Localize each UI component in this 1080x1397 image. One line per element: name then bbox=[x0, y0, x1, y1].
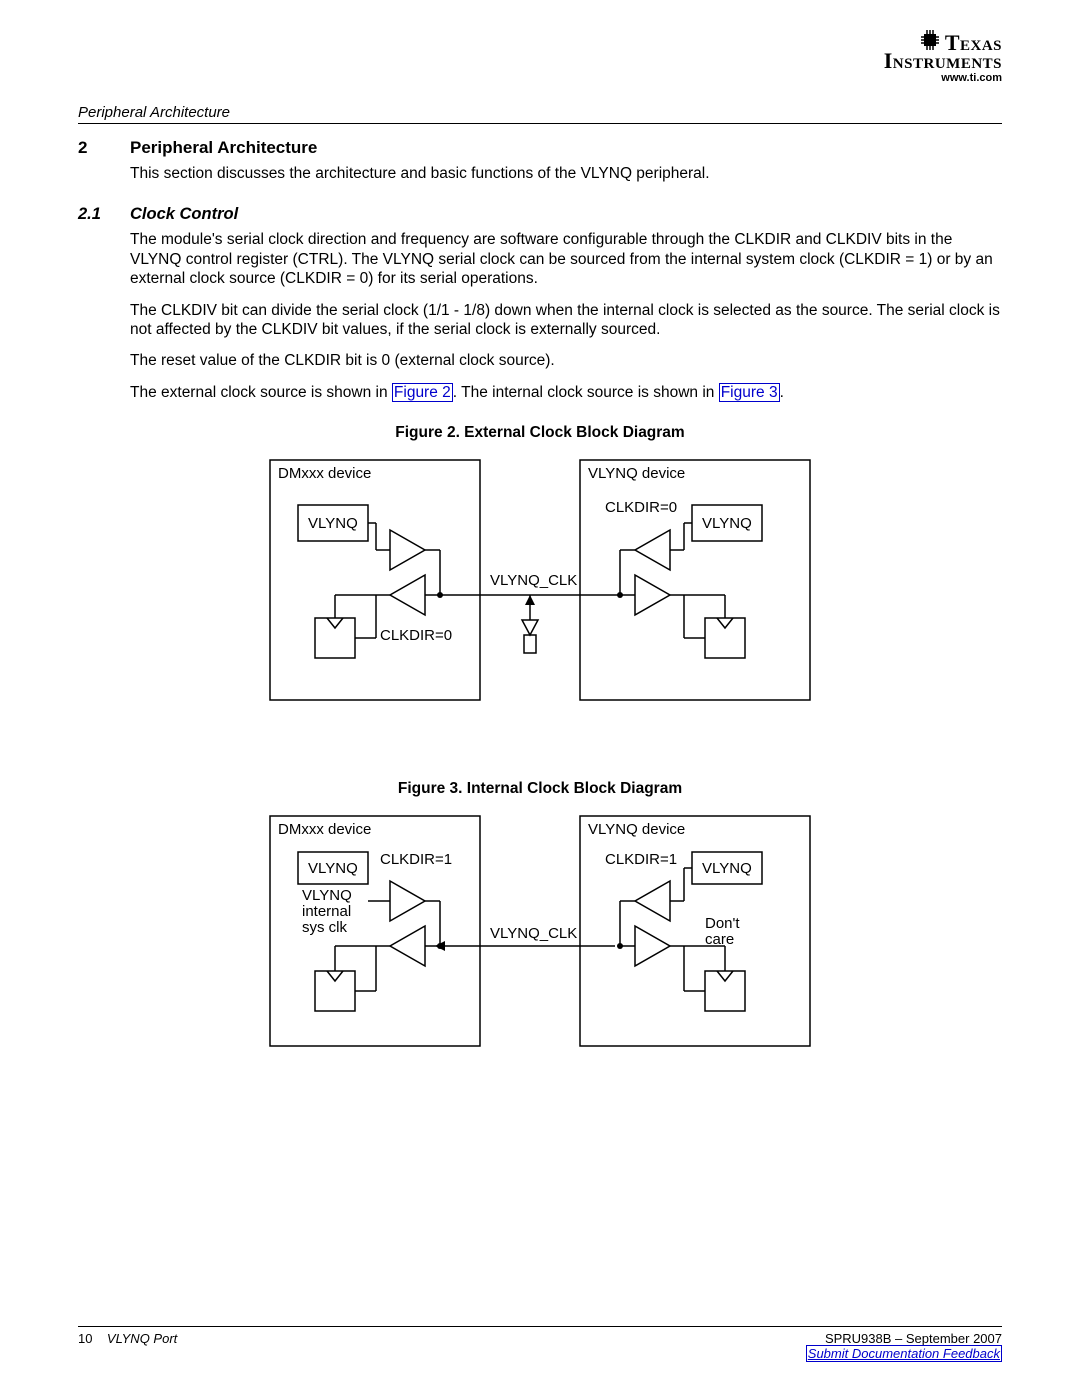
figure-2-caption: Figure 2. External Clock Block Diagram bbox=[78, 424, 1002, 442]
fig3-left-src1: VLYNQ bbox=[302, 887, 352, 904]
fig2-left-device: DMxxx device bbox=[278, 465, 371, 482]
para-3: The reset value of the CLKDIR bit is 0 (… bbox=[130, 351, 1002, 370]
page-header: Texas Instruments www.ti.com bbox=[78, 30, 1002, 100]
fig3-right-device: VLYNQ device bbox=[588, 821, 685, 838]
fig2-left-module: VLYNQ bbox=[308, 515, 358, 532]
section-2-heading: 2 Peripheral Architecture bbox=[78, 138, 1002, 158]
fig3-right-module: VLYNQ bbox=[702, 860, 752, 877]
section-2-1-heading: 2.1 Clock Control bbox=[78, 205, 1002, 224]
section-number: 2 bbox=[78, 138, 130, 158]
running-head: Peripheral Architecture bbox=[78, 104, 1002, 124]
footer-title: VLYNQ Port bbox=[107, 1331, 177, 1346]
para-4a: The external clock source is shown in bbox=[130, 384, 392, 401]
subsection-title: Clock Control bbox=[130, 205, 238, 224]
footer-page-number: 10 bbox=[78, 1331, 92, 1346]
section-2-intro: This section discusses the architecture … bbox=[130, 164, 1002, 183]
fig2-left-clkdir: CLKDIR=0 bbox=[380, 627, 452, 644]
page-footer: 10 VLYNQ Port SPRU938B – September 2007 … bbox=[78, 1326, 1002, 1361]
fig3-left-device: DMxxx device bbox=[278, 821, 371, 838]
ti-logo: Texas Instruments www.ti.com bbox=[884, 30, 1002, 84]
fig3-left-module: VLYNQ bbox=[308, 860, 358, 877]
brand-url: www.ti.com bbox=[884, 72, 1002, 84]
section-title: Peripheral Architecture bbox=[130, 138, 317, 158]
fig3-right-clkdir: CLKDIR=1 bbox=[605, 851, 677, 868]
para-2: The CLKDIV bit can divide the serial clo… bbox=[130, 301, 1002, 340]
fig3-left-clkdir: CLKDIR=1 bbox=[380, 851, 452, 868]
figure-3-diagram: DMxxx device VLYNQ VLYNQ internal sys cl… bbox=[78, 806, 1002, 1056]
para-4: The external clock source is shown in Fi… bbox=[130, 383, 1002, 402]
fig2-right-device: VLYNQ device bbox=[588, 465, 685, 482]
para-4c: . bbox=[780, 384, 784, 401]
fig3-right-note1: Don't bbox=[705, 915, 740, 932]
para-1: The module's serial clock direction and … bbox=[130, 230, 1002, 288]
footer-docid: SPRU938B – September 2007 bbox=[806, 1331, 1002, 1346]
brand-instruments: Instruments bbox=[884, 52, 1002, 70]
fig3-signal: VLYNQ_CLK bbox=[490, 925, 577, 942]
fig2-signal: VLYNQ_CLK bbox=[490, 572, 577, 589]
fig3-left-src3: sys clk bbox=[302, 919, 348, 936]
figure-3-caption: Figure 3. Internal Clock Block Diagram bbox=[78, 780, 1002, 798]
subsection-number: 2.1 bbox=[78, 205, 130, 224]
fig2-right-clkdir: CLKDIR=0 bbox=[605, 499, 677, 516]
link-figure-3[interactable]: Figure 3 bbox=[719, 383, 780, 402]
fig2-right-module: VLYNQ bbox=[702, 515, 752, 532]
link-figure-2[interactable]: Figure 2 bbox=[392, 383, 453, 402]
fig3-left-src2: internal bbox=[302, 903, 351, 920]
figure-2-diagram: DMxxx device VLYNQ CLKDIR=0 bbox=[78, 450, 1002, 710]
link-submit-feedback[interactable]: Submit Documentation Feedback bbox=[806, 1345, 1002, 1362]
para-4b: . The internal clock source is shown in bbox=[453, 384, 719, 401]
